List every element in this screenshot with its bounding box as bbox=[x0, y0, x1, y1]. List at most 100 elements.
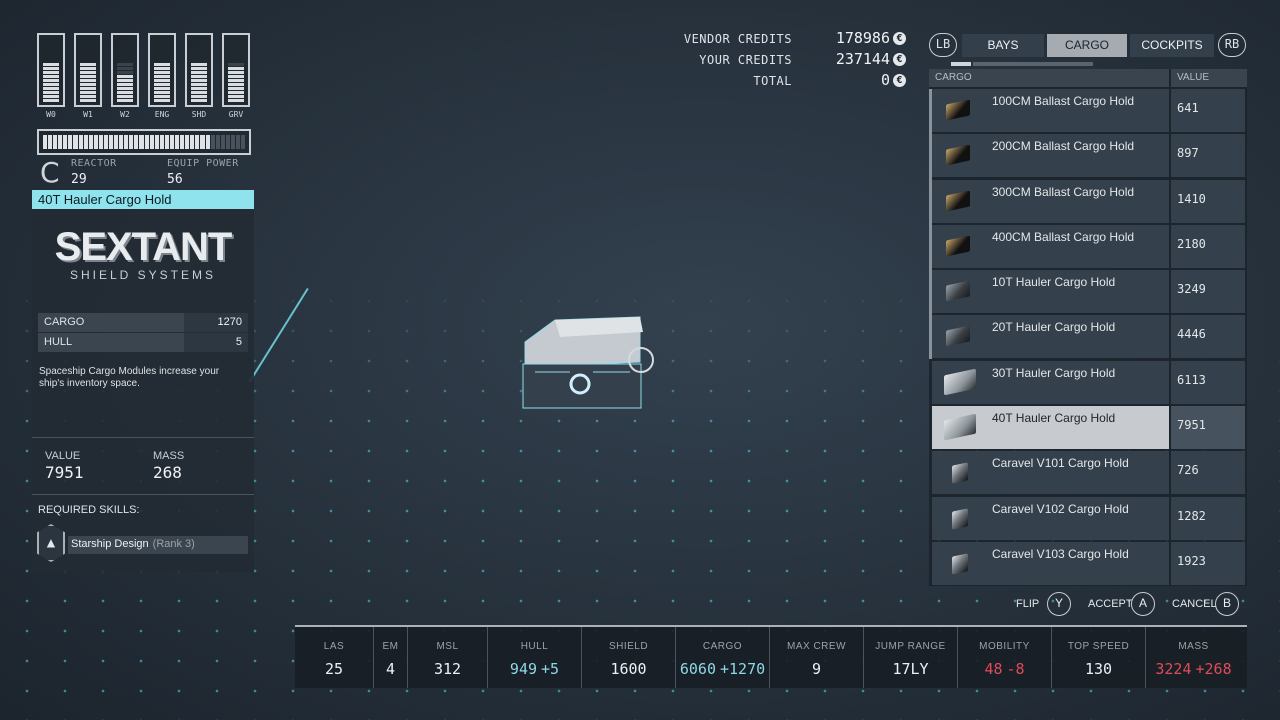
tab-bays[interactable]: BAYS bbox=[962, 34, 1044, 57]
list-header: CARGO VALUE bbox=[929, 69, 1247, 87]
column-header-value[interactable]: VALUE bbox=[1171, 69, 1247, 87]
power-segment bbox=[228, 99, 244, 102]
module-thumbnail bbox=[946, 235, 970, 257]
credits-icon: € bbox=[893, 53, 906, 66]
list-item[interactable]: 40T Hauler Cargo Hold 7951 bbox=[929, 406, 1247, 451]
ship-stat-hull: HULL 949 +5 bbox=[488, 627, 582, 688]
ship-stat-value: 48 bbox=[984, 660, 1003, 678]
ship-stat-msl: MSL 312 bbox=[408, 627, 488, 688]
value-label: VALUE bbox=[45, 450, 81, 462]
power-segment bbox=[154, 75, 170, 78]
reactor-segment bbox=[215, 135, 220, 149]
power-segment bbox=[117, 91, 133, 94]
ship-stat-label: MAX CREW bbox=[787, 641, 846, 652]
list-scrollbar[interactable] bbox=[929, 89, 932, 359]
module-thumbnail bbox=[946, 280, 970, 302]
reactor-segment bbox=[83, 135, 88, 149]
list-item-name-cell[interactable]: Caravel V102 Cargo Hold bbox=[932, 496, 1169, 540]
list-item[interactable]: 100CM Ballast Cargo Hold 641 bbox=[929, 89, 1247, 134]
list-item-name-cell[interactable]: 200CM Ballast Cargo Hold bbox=[932, 134, 1169, 178]
list-item-name-cell[interactable]: 20T Hauler Cargo Hold bbox=[932, 315, 1169, 359]
power-bar-grv[interactable]: GRV bbox=[222, 33, 250, 119]
power-segment bbox=[80, 83, 96, 86]
power-segment bbox=[228, 67, 244, 70]
ship-stat-value-wrap: 949 +5 bbox=[488, 660, 581, 678]
list-item-value: 641 bbox=[1171, 89, 1245, 132]
rb-button[interactable]: RB bbox=[1218, 33, 1246, 57]
list-item-name-cell[interactable]: 30T Hauler Cargo Hold bbox=[932, 360, 1169, 404]
power-bar-w0[interactable]: W0 bbox=[37, 33, 65, 119]
power-segment bbox=[228, 95, 244, 98]
tab-cargo[interactable]: CARGO bbox=[1047, 34, 1127, 57]
reactor-segment bbox=[230, 135, 235, 149]
tab-cockpits[interactable]: COCKPITS bbox=[1130, 34, 1214, 57]
power-bar-shd[interactable]: SHD bbox=[185, 33, 213, 119]
list-item-name-cell[interactable]: Caravel V103 Cargo Hold bbox=[932, 541, 1169, 585]
list-item-name-cell[interactable]: 40T Hauler Cargo Hold bbox=[932, 406, 1169, 450]
list-item-name-cell[interactable]: 300CM Ballast Cargo Hold bbox=[932, 179, 1169, 223]
ship-stat-mass: MASS 3224 +268 bbox=[1146, 627, 1241, 688]
ship-stat-cargo: CARGO 6060 +1270 bbox=[676, 627, 770, 688]
reactor-segment bbox=[210, 135, 215, 149]
ship-stat-value-wrap: 130 bbox=[1052, 660, 1145, 678]
power-segment bbox=[191, 91, 207, 94]
reactor-segment bbox=[235, 135, 241, 149]
ship-stat-value-wrap: 48 -8 bbox=[958, 660, 1051, 678]
ship-stat-delta: +268 bbox=[1195, 660, 1232, 678]
list-item[interactable]: 200CM Ballast Cargo Hold 897 bbox=[929, 134, 1247, 179]
list-item[interactable]: Caravel V103 Cargo Hold 1923 bbox=[929, 541, 1247, 587]
ship-stat-jump-range: JUMP RANGE 17LY bbox=[864, 627, 958, 688]
a-button-icon[interactable]: A bbox=[1131, 592, 1155, 616]
module-preview[interactable] bbox=[515, 312, 660, 412]
power-segment bbox=[80, 63, 96, 66]
ship-stat-value: 949 bbox=[509, 660, 538, 678]
tab-indicator-track bbox=[973, 62, 1093, 66]
list-item-value: 4446 bbox=[1171, 315, 1245, 359]
list-item[interactable]: 300CM Ballast Cargo Hold 1410 bbox=[929, 179, 1247, 225]
list-item-value: 897 bbox=[1171, 134, 1245, 178]
module-thumbnail bbox=[946, 190, 970, 212]
credits-icon: € bbox=[893, 74, 906, 87]
power-segment bbox=[228, 87, 244, 90]
mass-label: MASS bbox=[153, 450, 185, 462]
power-bar-eng[interactable]: ENG bbox=[148, 33, 176, 119]
module-thumbnail bbox=[946, 325, 970, 348]
list-item[interactable]: 10T Hauler Cargo Hold 3249 bbox=[929, 270, 1247, 315]
reactor-segment bbox=[109, 135, 114, 149]
reactor-segment bbox=[149, 135, 154, 149]
list-item-value: 7951 bbox=[1171, 406, 1245, 450]
list-item[interactable]: 20T Hauler Cargo Hold 4446 bbox=[929, 315, 1247, 360]
ship-stat-value-wrap: 312 bbox=[408, 660, 487, 678]
power-bar-w1[interactable]: W1 bbox=[74, 33, 102, 119]
y-button-icon[interactable]: Y bbox=[1047, 592, 1071, 616]
b-button-icon[interactable]: B bbox=[1215, 592, 1239, 616]
divider bbox=[32, 494, 254, 495]
list-item-name-cell[interactable]: 10T Hauler Cargo Hold bbox=[932, 270, 1169, 314]
power-segment bbox=[43, 75, 59, 78]
power-segment bbox=[191, 99, 207, 102]
lb-button[interactable]: LB bbox=[929, 33, 957, 57]
reactor-segment bbox=[58, 135, 63, 149]
list-item-name: 200CM Ballast Cargo Hold bbox=[992, 139, 1135, 154]
stat-value: 1270 bbox=[184, 313, 248, 332]
power-allocation: W0 W1 W2 ENG SHD GRV bbox=[37, 33, 250, 119]
reactor-segment bbox=[159, 135, 164, 149]
power-bar-w2[interactable]: W2 bbox=[111, 33, 139, 119]
cargo-module-list: CARGO VALUE 100CM Ballast Cargo Hold 641 2… bbox=[929, 69, 1247, 586]
reactor-segment bbox=[154, 135, 159, 149]
reactor-power-bar bbox=[37, 129, 251, 155]
column-header-cargo[interactable]: CARGO bbox=[929, 69, 1169, 87]
list-item-name-cell[interactable]: 400CM Ballast Cargo Hold bbox=[932, 224, 1169, 268]
list-item[interactable]: 30T Hauler Cargo Hold 6113 bbox=[929, 360, 1247, 406]
power-segment bbox=[80, 79, 96, 82]
power-bar-label: SHD bbox=[191, 110, 207, 119]
list-item[interactable]: Caravel V101 Cargo Hold 726 bbox=[929, 451, 1247, 496]
list-item[interactable]: Caravel V102 Cargo Hold 1282 bbox=[929, 496, 1247, 542]
power-segment bbox=[154, 99, 170, 102]
list-item[interactable]: 400CM Ballast Cargo Hold 2180 bbox=[929, 224, 1247, 270]
list-item-name-cell[interactable]: 100CM Ballast Cargo Hold bbox=[932, 89, 1169, 132]
module-thumbnail bbox=[946, 144, 970, 166]
power-segment bbox=[43, 95, 59, 98]
power-segment bbox=[228, 75, 244, 78]
list-item-name-cell[interactable]: Caravel V101 Cargo Hold bbox=[932, 451, 1169, 495]
